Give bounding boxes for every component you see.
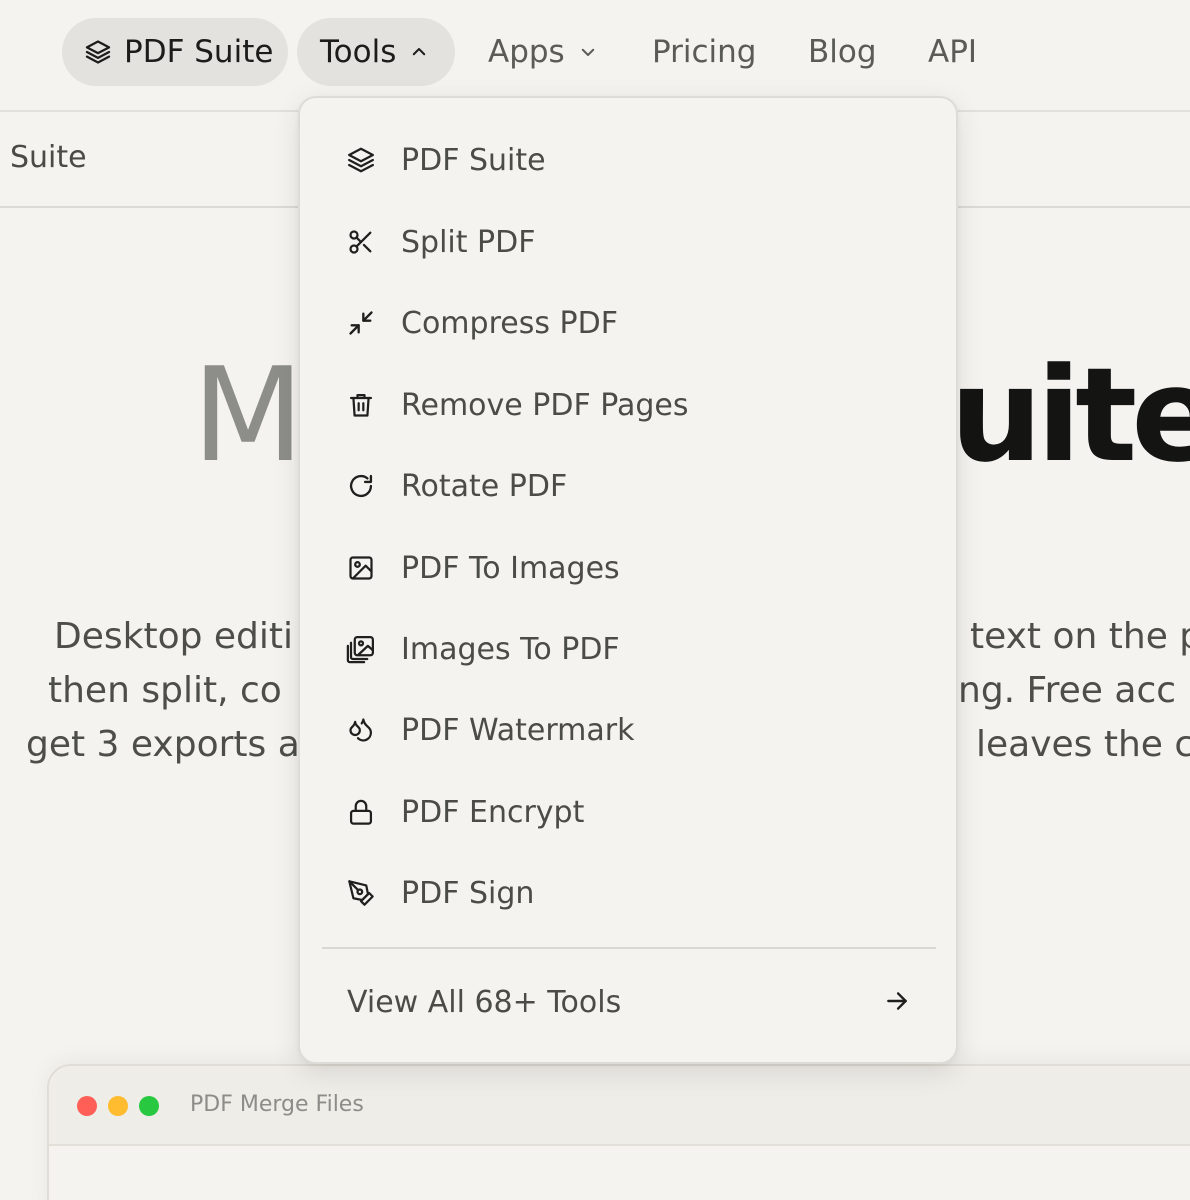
menu-item-label: Images To PDF — [401, 631, 620, 667]
hero-title-left: M — [192, 339, 304, 491]
blog-link[interactable]: Blog — [808, 18, 877, 86]
menu-item-label: PDF Encrypt — [401, 794, 585, 830]
hero-description-right-3: leaves the c — [976, 724, 1190, 765]
pricing-link[interactable]: Pricing — [652, 18, 757, 86]
menu-item-pdf-encrypt[interactable]: PDF Encrypt — [300, 780, 956, 844]
menu-item-rotate-pdf[interactable]: Rotate PDF — [300, 454, 956, 518]
menu-item-label: PDF Sign — [401, 875, 535, 911]
pen-nib-icon — [346, 878, 376, 908]
menu-item-label: Split PDF — [401, 224, 536, 260]
tools-dropdown-menu: PDF Suite Split PDF Compress PDF Remove … — [298, 96, 958, 1064]
rotate-cw-icon — [346, 471, 376, 501]
images-stack-icon — [346, 634, 376, 664]
minimize-arrows-icon — [346, 308, 376, 338]
menu-item-compress-pdf[interactable]: Compress PDF — [300, 291, 956, 355]
menu-item-label: Compress PDF — [401, 305, 618, 341]
app-window-titlebar: PDF Merge Files — [49, 1066, 1190, 1146]
menu-item-pdf-sign[interactable]: PDF Sign — [300, 861, 956, 925]
window-minimize-dot — [108, 1096, 128, 1116]
hero-description-right-1: text on the p — [970, 616, 1190, 657]
menu-item-split-pdf[interactable]: Split PDF — [300, 210, 956, 274]
view-all-label: View All 68+ Tools — [347, 984, 622, 1020]
layers-icon — [346, 145, 376, 175]
menu-item-label: PDF To Images — [401, 550, 620, 586]
menu-item-label: PDF Suite — [401, 142, 546, 178]
app-window-preview: PDF Merge Files — [47, 1064, 1190, 1200]
view-all-tools-link[interactable]: View All 68+ Tools — [300, 970, 956, 1034]
menu-item-label: PDF Watermark — [401, 712, 635, 748]
window-maximize-dot — [139, 1096, 159, 1116]
menu-item-label: Rotate PDF — [401, 468, 568, 504]
scissors-icon — [346, 227, 376, 257]
menu-item-label: Remove PDF Pages — [401, 387, 689, 423]
hero-title-right: uite — [950, 339, 1190, 491]
layers-icon — [84, 38, 112, 66]
trash-icon — [346, 390, 376, 420]
chevron-up-icon — [410, 43, 428, 61]
apps-menu-button[interactable]: Apps — [488, 18, 597, 86]
page: PDF Suite Tools Apps Pricing Blog API Su… — [0, 0, 1190, 1200]
arrow-right-icon — [884, 988, 912, 1016]
tools-menu-button[interactable]: Tools — [297, 18, 455, 86]
hero-description-right-2: ng. Free acc — [958, 670, 1177, 711]
hero-description-left-1: Desktop editi — [54, 616, 294, 657]
app-window-title: PDF Merge Files — [190, 1092, 364, 1117]
apps-label: Apps — [488, 34, 565, 70]
chevron-down-icon — [579, 43, 597, 61]
droplets-icon — [346, 715, 376, 745]
hero-description-left-3: get 3 exports a — [26, 724, 300, 765]
lock-icon — [346, 797, 376, 827]
image-icon — [346, 553, 376, 583]
window-close-dot — [77, 1096, 97, 1116]
menu-item-remove-pdf-pages[interactable]: Remove PDF Pages — [300, 373, 956, 437]
api-link[interactable]: API — [928, 18, 977, 86]
tools-label: Tools — [320, 34, 397, 70]
menu-item-images-to-pdf[interactable]: Images To PDF — [300, 617, 956, 681]
menu-item-pdf-to-images[interactable]: PDF To Images — [300, 536, 956, 600]
hero-description-left-2: then split, co — [48, 670, 282, 711]
menu-item-pdf-watermark[interactable]: PDF Watermark — [300, 698, 956, 762]
menu-divider — [322, 947, 936, 949]
menu-item-pdf-suite[interactable]: PDF Suite — [300, 128, 956, 192]
brand-home-link[interactable]: PDF Suite — [62, 18, 288, 86]
secondary-bar-title[interactable]: Suite — [10, 140, 87, 175]
brand-label: PDF Suite — [124, 34, 274, 70]
